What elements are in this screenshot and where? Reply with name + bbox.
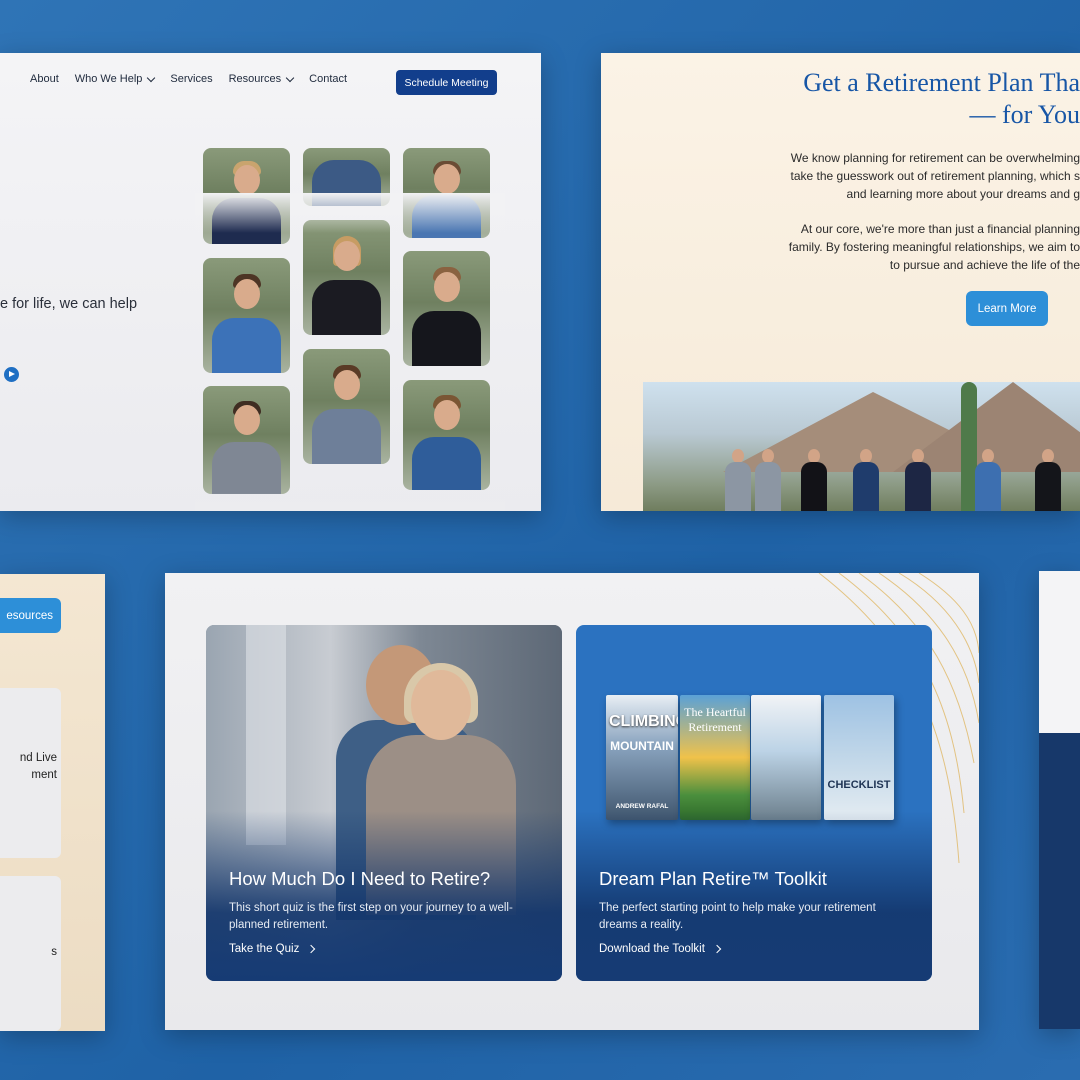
nav-about[interactable]: About — [30, 73, 59, 85]
edge-panel — [1039, 571, 1080, 1029]
grid-fade-top — [195, 193, 505, 233]
nav-resources[interactable]: Resources — [228, 73, 295, 85]
dark-section — [1039, 733, 1080, 1029]
book-author: ANDREW RAFAL — [615, 803, 669, 810]
core-paragraph: At our core, we're more than just a fina… — [788, 222, 1080, 272]
team-hero-panel: About Who We Help Services Resources Con… — [0, 53, 541, 511]
nav-services-label: Services — [170, 73, 213, 85]
chevron-right-icon — [307, 944, 316, 954]
card-title: Dream Plan Retire™ Toolkit — [599, 868, 827, 889]
book-subtitle: MOUNTAIN — [610, 739, 674, 753]
toolkit-card[interactable]: CLIMBING MOUNTAIN ANDREW RAFAL The Heart… — [576, 625, 932, 981]
nav-contact-label: Contact — [309, 73, 348, 85]
nav-who-we-help[interactable]: Who We Help — [74, 73, 156, 85]
download-toolkit-link[interactable]: Download the Toolkit — [599, 943, 722, 955]
nav-services[interactable]: Services — [170, 73, 212, 85]
retirement-quiz-card[interactable]: How Much Do I Need to Retire? This short… — [206, 625, 562, 981]
book-title: The Heartful Retirement — [684, 705, 746, 734]
book-cover: CHECKLIST — [824, 695, 894, 820]
tools-panel: How Much Do I Need to Retire? This short… — [165, 573, 979, 1030]
resources-button[interactable]: esources — [0, 598, 61, 633]
main-nav: About Who We Help Services Resources Con… — [30, 73, 363, 85]
team-photo — [303, 349, 390, 464]
grid-fade-bottom — [195, 493, 505, 511]
learn-more-button[interactable]: Learn More — [966, 291, 1048, 326]
book-cover — [751, 695, 821, 820]
team-photo — [203, 258, 290, 373]
hero-tagline: e for life, we can help — [0, 296, 138, 312]
team-photo — [403, 380, 490, 490]
nav-resources-label: Resources — [228, 73, 282, 85]
resource-card[interactable]: s — [0, 876, 61, 1031]
resource-card-title: nd Live ment — [19, 752, 57, 781]
team-photo — [203, 386, 290, 494]
team-group-photo — [643, 382, 1080, 511]
team-photo — [403, 251, 490, 366]
book-title: CHECKLIST — [827, 779, 891, 791]
retirement-plan-panel: Get a Retirement Plan Tha — for You We k… — [601, 53, 1080, 511]
book-cover: CLIMBING MOUNTAIN ANDREW RAFAL — [606, 695, 678, 820]
intro-paragraph: We know planning for retirement can be o… — [790, 151, 1080, 201]
resource-card-title: s — [51, 946, 57, 958]
schedule-meeting-button[interactable]: Schedule Meeting — [396, 70, 497, 95]
chevron-right-icon — [712, 944, 722, 954]
download-toolkit-label: Download the Toolkit — [599, 943, 705, 955]
resource-card[interactable]: nd Live ment — [0, 688, 61, 858]
chevron-down-icon — [147, 73, 156, 82]
take-quiz-link[interactable]: Take the Quiz — [229, 943, 316, 955]
book-title: CLIMBING — [609, 713, 678, 730]
nav-who-we-help-label: Who We Help — [74, 73, 143, 85]
nav-about-label: About — [30, 73, 59, 85]
play-icon[interactable] — [4, 367, 19, 382]
team-photo — [303, 220, 390, 335]
resources-side-panel: esources nd Live ment s — [0, 574, 105, 1031]
card-description: This short quiz is the first step on you… — [229, 902, 513, 931]
chevron-down-icon — [285, 73, 295, 82]
nav-contact[interactable]: Contact — [309, 73, 347, 85]
card-title: How Much Do I Need to Retire? — [229, 868, 491, 889]
book-cover: The Heartful Retirement — [680, 695, 750, 820]
take-quiz-label: Take the Quiz — [229, 943, 300, 955]
card-description: The perfect starting point to help make … — [599, 902, 876, 931]
page-title: Get a Retirement Plan Tha — for You — [803, 68, 1080, 129]
